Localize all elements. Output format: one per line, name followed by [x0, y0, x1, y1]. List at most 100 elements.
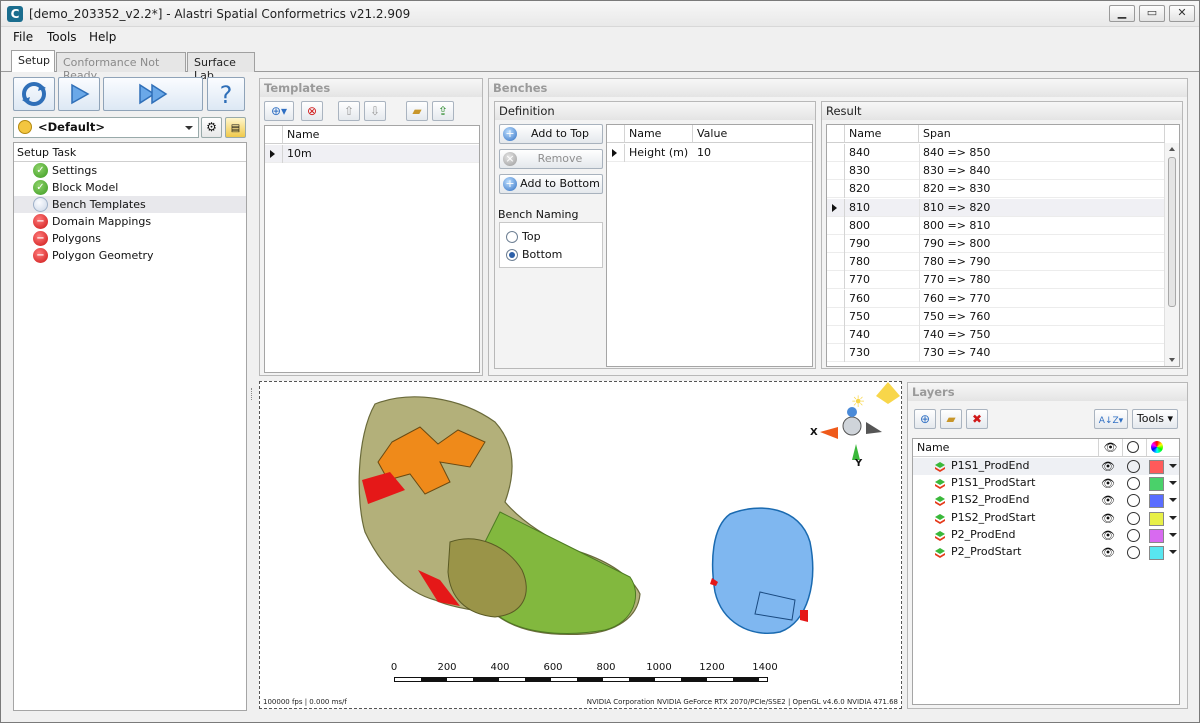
- naming-top-radio[interactable]: Top: [506, 230, 541, 246]
- style-wheel-icon[interactable]: [1127, 528, 1140, 542]
- visibility-eye-icon[interactable]: 👁: [1101, 477, 1115, 490]
- surface-render: [358, 382, 900, 636]
- table-row[interactable]: 780 780 => 790: [827, 253, 1164, 272]
- layer-color-swatch[interactable]: [1149, 494, 1164, 509]
- 3d-viewport[interactable]: X Y ☀ 0 200 400 600 800 1000 1200 1400 100000 f…: [259, 381, 902, 709]
- layer-item[interactable]: P1S1_ProdEnd 👁: [913, 458, 1179, 475]
- add-folder-button[interactable]: ▰: [940, 409, 962, 429]
- bench-span-cell: 780 => 790: [923, 255, 991, 269]
- table-row[interactable]: 770 770 => 780: [827, 271, 1164, 290]
- bench-span-cell: 840 => 850: [923, 146, 991, 159]
- benches-title: Benches: [489, 79, 1187, 97]
- visibility-eye-icon[interactable]: 👁: [1101, 512, 1115, 525]
- setup-task-item[interactable]: − Domain Mappings: [14, 213, 246, 230]
- layers-tools-button[interactable]: Tools ▾: [1132, 409, 1178, 429]
- add-to-bottom-button[interactable]: + Add to Bottom: [499, 174, 603, 194]
- tab-conformance[interactable]: Conformance Not Ready: [56, 52, 186, 82]
- delete-layer-button[interactable]: ✖: [966, 409, 988, 429]
- templates-title: Templates: [260, 79, 482, 97]
- visibility-eye-icon[interactable]: 👁: [1101, 460, 1115, 473]
- setup-task-item[interactable]: − Polygon Geometry: [14, 247, 246, 264]
- scale-tick-label: 1000: [646, 662, 672, 673]
- add-to-top-button[interactable]: + Add to Top: [499, 124, 603, 144]
- visibility-eye-icon[interactable]: 👁: [1101, 529, 1115, 542]
- setup-task-item[interactable]: − Polygons: [14, 230, 246, 247]
- layer-color-swatch[interactable]: [1149, 511, 1164, 526]
- setup-task-item[interactable]: ✓ Block Model: [14, 179, 246, 196]
- row-indicator: [827, 344, 845, 363]
- remove-button[interactable]: × Remove: [499, 149, 603, 169]
- style-wheel-icon[interactable]: [1127, 494, 1140, 508]
- scrollbar-thumb[interactable]: [1168, 157, 1176, 307]
- style-wheel-icon[interactable]: [1127, 546, 1140, 559]
- preset-settings-button[interactable]: ⚙: [201, 117, 222, 138]
- layer-color-swatch[interactable]: [1149, 460, 1164, 474]
- close-button[interactable]: ✕: [1169, 5, 1195, 22]
- tab-setup[interactable]: Setup: [11, 50, 55, 72]
- preset-select[interactable]: <Default>: [13, 117, 199, 138]
- tab-surface-lab[interactable]: Surface Lab: [187, 52, 255, 82]
- bench-span-cell: 790 => 800: [923, 237, 991, 250]
- run-button[interactable]: [58, 77, 100, 111]
- layer-item[interactable]: P1S2_ProdStart 👁: [913, 510, 1179, 527]
- maximize-button[interactable]: ▭: [1139, 5, 1165, 22]
- table-row[interactable]: 800 800 => 810: [827, 216, 1164, 235]
- table-row[interactable]: 730 730 => 740: [827, 344, 1164, 363]
- table-row[interactable]: 830 830 => 840: [827, 162, 1164, 181]
- move-down-button[interactable]: ⇩: [364, 101, 386, 121]
- minimize-button[interactable]: ▁: [1109, 5, 1135, 22]
- table-row[interactable]: Height (m) 10: [607, 144, 812, 162]
- setup-task-item[interactable]: ✓ Settings: [14, 162, 246, 179]
- refresh-button[interactable]: [13, 77, 55, 111]
- table-row[interactable]: 810 810 => 820: [827, 198, 1164, 217]
- table-row[interactable]: 840 840 => 850: [827, 144, 1164, 162]
- layer-item[interactable]: P1S1_ProdStart 👁: [913, 475, 1179, 492]
- chevron-down-icon[interactable]: [1169, 498, 1177, 503]
- export-button[interactable]: ⇪: [432, 101, 454, 121]
- move-up-button[interactable]: ⇧: [338, 101, 360, 121]
- style-wheel-icon[interactable]: [1127, 460, 1140, 473]
- table-row[interactable]: 760 760 => 770: [827, 289, 1164, 308]
- open-folder-button[interactable]: ▰: [406, 101, 428, 121]
- preset-notes-button[interactable]: ▤: [225, 117, 246, 138]
- style-wheel-icon[interactable]: [1127, 477, 1140, 491]
- splitter-handle[interactable]: [251, 388, 254, 400]
- layers-grid: Name 👁 P1S1_ProdEnd 👁 P1S1_ProdStart 👁 P1S2_…: [912, 438, 1180, 705]
- layer-item[interactable]: P2_ProdEnd 👁: [913, 527, 1179, 544]
- setup-task-item[interactable]: Bench Templates: [14, 196, 246, 213]
- table-row[interactable]: 750 750 => 760: [827, 307, 1164, 326]
- chevron-down-icon[interactable]: [1169, 481, 1177, 486]
- naming-bottom-label: Bottom: [522, 248, 563, 261]
- table-row[interactable]: 740 740 => 750: [827, 326, 1164, 344]
- help-button[interactable]: ?: [207, 77, 245, 111]
- menu-help[interactable]: Help: [89, 30, 116, 44]
- scroll-up-icon[interactable]: [1169, 147, 1175, 151]
- table-row[interactable]: 10m: [265, 145, 479, 163]
- add-layer-button[interactable]: ⊕: [914, 409, 936, 429]
- layer-color-swatch[interactable]: [1149, 477, 1164, 492]
- run-all-button[interactable]: [103, 77, 203, 111]
- chevron-down-icon[interactable]: [1169, 550, 1177, 554]
- table-row[interactable]: 820 820 => 830: [827, 180, 1164, 199]
- menu-file[interactable]: File: [13, 30, 33, 44]
- visibility-eye-icon[interactable]: 👁: [1101, 494, 1115, 507]
- style-wheel-icon[interactable]: [1127, 511, 1140, 525]
- scroll-down-icon[interactable]: [1169, 358, 1175, 362]
- layer-item[interactable]: P1S2_ProdEnd 👁: [913, 492, 1179, 509]
- visibility-eye-icon[interactable]: 👁: [1101, 546, 1115, 559]
- chevron-down-icon[interactable]: [1169, 515, 1177, 520]
- add-template-button[interactable]: ⊕▾: [264, 101, 294, 121]
- menu-tools[interactable]: Tools: [47, 30, 77, 44]
- definition-value-cell[interactable]: 10: [697, 146, 711, 159]
- chevron-down-icon[interactable]: [1169, 464, 1177, 468]
- layer-item[interactable]: P2_ProdStart 👁: [913, 544, 1179, 561]
- result-scrollbar[interactable]: [1164, 143, 1179, 366]
- naming-bottom-radio[interactable]: Bottom: [506, 248, 562, 264]
- chevron-down-icon[interactable]: [1169, 532, 1177, 537]
- layer-color-swatch[interactable]: [1149, 528, 1164, 543]
- delete-template-button[interactable]: ⊗: [301, 101, 323, 121]
- title-bar[interactable]: C [demo_203352_v2.2*] - Alastri Spatial …: [1, 1, 1199, 27]
- sort-button[interactable]: A↓Z▾: [1094, 409, 1128, 429]
- layer-color-swatch[interactable]: [1149, 546, 1164, 560]
- table-row[interactable]: 790 790 => 800: [827, 235, 1164, 253]
